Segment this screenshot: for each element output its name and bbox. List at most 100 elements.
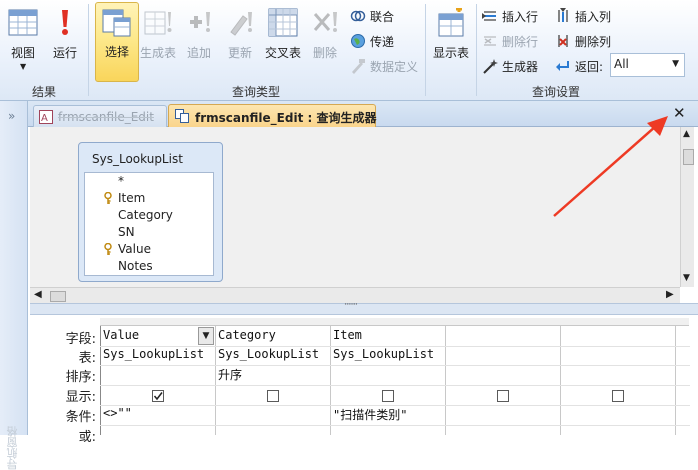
table-cell[interactable]: Sys_LookupList — [103, 347, 214, 366]
row-label-table: 表: — [78, 351, 96, 366]
splitter-grip[interactable]: ······· — [344, 300, 358, 310]
field-list[interactable]: * Item Category SN Value Notes — [84, 172, 214, 276]
sort-cell[interactable] — [333, 366, 444, 385]
group-separator — [425, 4, 426, 96]
field-name: * — [118, 174, 124, 188]
view-button[interactable]: 视图 ▼ — [4, 4, 42, 80]
tab-frmscanfile-edit[interactable]: A frmscanfile_Edit — [33, 105, 167, 128]
delete-row-icon — [484, 36, 496, 46]
grid-line — [215, 318, 216, 435]
builder-label: 生成器 — [502, 60, 539, 74]
query-type-group-label: 查询类型 — [232, 85, 281, 99]
field-item[interactable]: Notes — [85, 258, 213, 275]
make-table-label: 生成表 — [139, 46, 176, 60]
select-query-icon — [102, 9, 131, 37]
field-item[interactable]: SN — [85, 224, 213, 241]
delete-row-label: 删除行 — [502, 35, 539, 49]
chevron-down-icon: ▼ — [20, 62, 27, 71]
expand-nav-icon[interactable]: » — [8, 109, 15, 123]
show-table-icon — [438, 8, 464, 37]
return-icon — [556, 61, 569, 71]
insert-row-button[interactable]: 插入行 — [482, 6, 548, 26]
field-cell[interactable]: Item — [333, 328, 444, 347]
query-setup-group-label: 查询设置 — [532, 85, 581, 99]
update-button[interactable]: 更新 — [221, 4, 259, 80]
chevron-down-icon[interactable]: ▼ — [198, 327, 214, 345]
show-checkbox[interactable] — [267, 390, 279, 402]
column-selector-bar[interactable] — [100, 318, 689, 326]
scroll-thumb[interactable] — [683, 149, 694, 165]
scroll-right-icon[interactable]: ▶ — [666, 289, 674, 300]
select-query-button[interactable]: 选择 — [95, 2, 139, 82]
tab-query-builder[interactable]: frmscanfile_Edit : 查询生成器 — [168, 104, 376, 128]
builder-button[interactable]: 生成器 — [482, 56, 548, 76]
show-checkbox[interactable] — [382, 390, 394, 402]
sort-cell[interactable]: 升序 — [218, 366, 329, 385]
insert-column-label: 插入列 — [575, 10, 612, 24]
criteria-cell[interactable] — [218, 406, 329, 425]
criteria-cell[interactable]: <>"" — [103, 406, 214, 425]
make-table-button[interactable]: 生成表 — [138, 4, 178, 80]
delete-column-button[interactable]: 删除列 — [555, 31, 621, 51]
row-label-criteria: 条件: — [65, 410, 96, 425]
field-item[interactable]: Value — [85, 241, 213, 258]
navigation-pane[interactable]: » 导航窗格 — [0, 101, 28, 470]
crosstab-button[interactable]: 交叉表 — [262, 4, 304, 80]
field-name: Value — [118, 242, 151, 256]
results-group-label: 结果 — [32, 85, 57, 99]
show-checkbox[interactable] — [497, 390, 509, 402]
scroll-up-icon[interactable]: ▲ — [683, 129, 690, 139]
row-label-sort: 排序: — [65, 370, 96, 385]
field-cell[interactable] — [563, 328, 674, 347]
union-button[interactable]: 联合 — [350, 6, 422, 26]
union-icon — [350, 10, 366, 22]
field-item[interactable]: Item — [85, 190, 213, 207]
return-label-row: 返回: — [555, 56, 609, 76]
field-cell[interactable]: Value — [103, 328, 199, 347]
field-cell[interactable]: Category — [218, 328, 329, 347]
builder-wand-icon — [483, 59, 498, 74]
tab-label: frmscanfile_Edit : 查询生成器 — [195, 111, 377, 125]
primary-key-icon — [104, 243, 112, 255]
primary-key-icon — [104, 192, 112, 204]
criteria-cell[interactable]: "扫描件类别" — [333, 406, 444, 425]
grid-line — [100, 425, 690, 426]
delete-query-button[interactable]: 删除 — [306, 4, 344, 80]
update-icon — [230, 12, 252, 36]
show-table-label: 显示表 — [432, 46, 469, 60]
view-button-label: 视图 — [10, 46, 35, 60]
scroll-down-icon[interactable]: ▼ — [683, 273, 690, 283]
insert-column-icon — [558, 8, 568, 22]
field-name: Notes — [118, 259, 153, 273]
show-checkbox[interactable] — [612, 390, 624, 402]
table-cell[interactable]: Sys_LookupList — [333, 347, 444, 366]
scroll-left-icon[interactable]: ◀ — [34, 289, 42, 300]
field-item[interactable]: * — [85, 173, 213, 190]
insert-column-button[interactable]: 插入列 — [555, 6, 621, 26]
crosstab-label: 交叉表 — [264, 46, 301, 60]
pass-through-button[interactable]: 传递 — [350, 31, 422, 51]
sort-cell[interactable] — [103, 366, 214, 385]
table-cell[interactable]: Sys_LookupList — [218, 347, 329, 366]
delete-row-button[interactable]: 删除行 — [482, 31, 548, 51]
append-button[interactable]: 追加 — [180, 4, 218, 80]
pass-through-label: 传递 — [370, 35, 395, 49]
nav-pane-label: 导航窗格 — [6, 426, 19, 470]
chevron-down-icon[interactable]: ▼ — [672, 59, 679, 69]
vertical-scrollbar[interactable]: ▲ ▼ — [680, 127, 694, 287]
field-name: SN — [118, 225, 135, 239]
pane-splitter[interactable]: ······· — [30, 300, 698, 315]
run-exclamation-icon — [62, 10, 68, 35]
return-combobox[interactable]: All ▼ — [610, 53, 685, 77]
show-checkbox[interactable] — [152, 390, 164, 402]
scroll-thumb[interactable] — [50, 291, 66, 302]
run-button[interactable]: 运行 — [46, 4, 84, 80]
row-label-field: 字段: — [65, 332, 96, 347]
data-definition-button[interactable]: 数据定义 — [350, 56, 422, 76]
field-cell[interactable] — [448, 328, 559, 347]
show-table-button[interactable]: 显示表 — [430, 4, 472, 80]
run-button-label: 运行 — [52, 46, 77, 60]
delete-column-icon — [558, 35, 568, 47]
field-item[interactable]: Category — [85, 207, 213, 224]
grid-row-labels: 字段: 表: 排序: 显示: 条件: 或: — [30, 318, 96, 445]
